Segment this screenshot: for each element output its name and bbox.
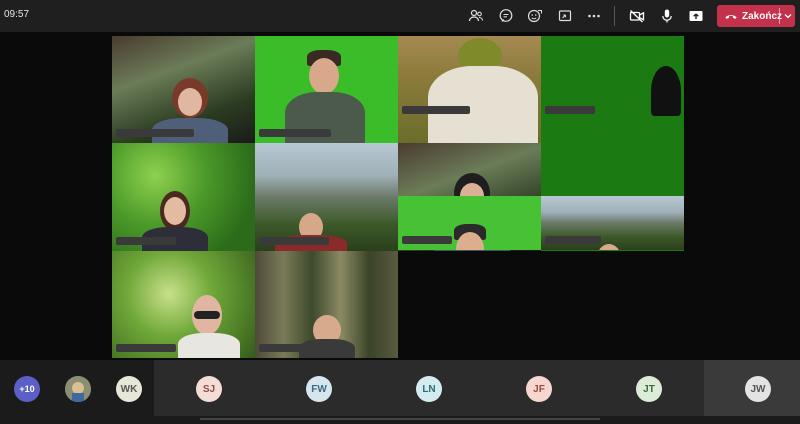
more-options-icon[interactable] — [584, 6, 604, 26]
reactions-icon[interactable] — [525, 6, 545, 26]
video-tile[interactable] — [255, 36, 398, 144]
participant-body — [178, 332, 240, 358]
name-label-redacted — [545, 106, 595, 114]
video-tile[interactable] — [398, 196, 541, 251]
phone-hangup-icon — [725, 15, 737, 19]
video-tile[interactable] — [112, 143, 255, 251]
name-label-redacted — [116, 129, 194, 138]
end-call-button[interactable]: Zakończ — [717, 5, 795, 27]
video-tile[interactable] — [255, 250, 398, 358]
avatar-image-icon — [65, 376, 91, 402]
participant-avatar-sj[interactable]: SJ — [196, 376, 222, 402]
video-tile[interactable] — [255, 143, 398, 251]
name-label-redacted — [402, 106, 470, 114]
participant-face — [597, 244, 621, 251]
name-label-redacted — [259, 343, 317, 352]
share-tray-icon[interactable] — [555, 6, 575, 26]
camera-off-icon[interactable] — [627, 6, 647, 26]
participant-face — [309, 58, 339, 94]
video-tile[interactable] — [112, 36, 255, 144]
chat-icon[interactable] — [496, 6, 516, 26]
participant-silhouette — [651, 66, 681, 116]
name-label-redacted — [545, 236, 601, 245]
end-call-label: Zakończ — [742, 10, 783, 22]
chevron-down-icon[interactable] — [783, 9, 793, 23]
name-label-redacted — [116, 343, 176, 352]
participant-avatar-jw[interactable]: JW — [745, 376, 771, 402]
video-tile[interactable] — [112, 250, 255, 358]
participant-avatar-jt[interactable]: JT — [636, 376, 662, 402]
video-grid — [112, 36, 684, 358]
participant-avatar-jf[interactable]: JF — [526, 376, 552, 402]
people-icon[interactable] — [466, 6, 486, 26]
participant-avatar-ln[interactable]: LN — [416, 376, 442, 402]
video-tile[interactable] — [541, 196, 684, 251]
video-tile[interactable] — [541, 36, 684, 144]
participant-avatar-fw[interactable]: FW — [306, 376, 332, 402]
toolbar-divider — [614, 6, 615, 26]
microphone-icon[interactable] — [657, 6, 677, 26]
participant-body — [428, 66, 538, 144]
more-participants-button[interactable]: +10 — [14, 376, 40, 402]
participants-bar: +10 WK SJ FW LN JF JT JW — [0, 360, 800, 424]
glasses — [194, 310, 220, 319]
share-screen-icon[interactable] — [686, 6, 706, 26]
participant-avatar-photo[interactable] — [65, 376, 91, 402]
name-label-redacted — [259, 236, 329, 245]
name-label-redacted — [402, 236, 452, 245]
name-label-redacted — [259, 129, 331, 138]
meeting-timer: 09:57 — [4, 9, 30, 20]
video-tile[interactable] — [398, 36, 541, 144]
meeting-toolbar: 09:57 Zakończ — [0, 0, 800, 32]
name-label-redacted — [116, 236, 176, 245]
participant-avatar-wk[interactable]: WK — [116, 376, 142, 402]
scroll-track[interactable] — [200, 418, 600, 420]
participant-face — [178, 88, 202, 116]
